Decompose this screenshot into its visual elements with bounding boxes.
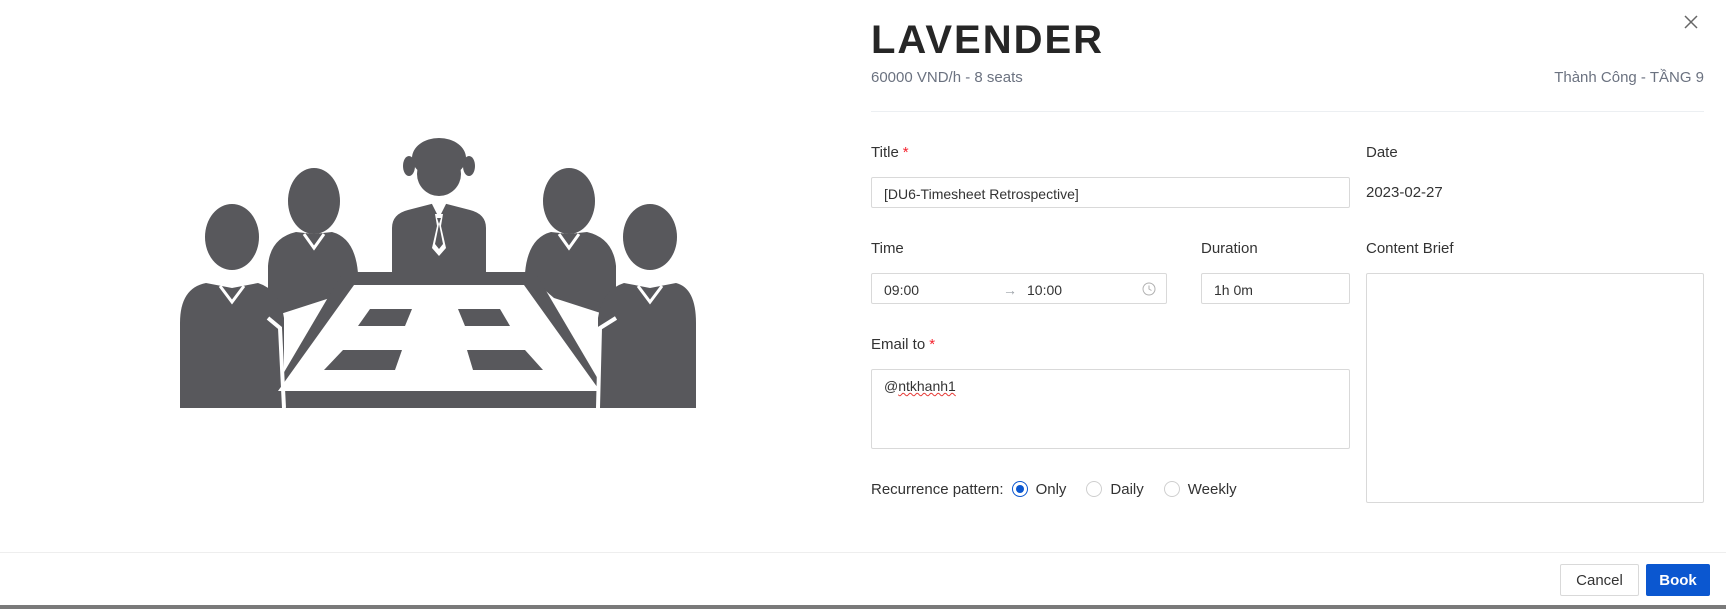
book-button[interactable]: Book — [1646, 564, 1710, 596]
radio-weekly[interactable]: Weekly — [1163, 481, 1237, 498]
cancel-button[interactable]: Cancel — [1560, 564, 1639, 596]
room-price-seats: 60000 VND/h - 8 seats — [871, 69, 1023, 86]
bottom-scroll-bar — [0, 605, 1726, 609]
email-to-value: @ntkhanh1 — [884, 378, 956, 394]
email-to-textarea[interactable]: @ntkhanh1 — [871, 369, 1350, 449]
title-label: Title * — [871, 144, 909, 161]
recurrence-group: Recurrence pattern: Only Daily Weekly — [871, 479, 1257, 499]
radio-only[interactable]: Only — [1011, 481, 1066, 498]
date-value: 2023-02-27 — [1366, 184, 1443, 201]
time-start[interactable]: 09:00 — [884, 282, 919, 298]
duration-label: Duration — [1201, 240, 1258, 257]
title-input[interactable]: [DU6-Timesheet Retrospective] — [871, 177, 1350, 208]
arrow-right-icon: → — [1003, 282, 1017, 298]
room-name: LAVENDER — [871, 18, 1105, 62]
recurrence-label: Recurrence pattern: — [871, 480, 1004, 498]
required-mark: * — [929, 336, 936, 353]
content-brief-label: Content Brief — [1366, 240, 1454, 257]
title-input-value: [DU6-Timesheet Retrospective] — [884, 186, 1079, 202]
required-mark: * — [902, 144, 909, 161]
time-end[interactable]: 10:00 — [1027, 282, 1062, 298]
radio-empty-icon — [1163, 481, 1180, 497]
content-brief-textarea[interactable] — [1366, 273, 1704, 503]
meeting-illustration — [180, 138, 696, 408]
footer-divider — [0, 552, 1726, 553]
duration-value: 1h 0m — [1214, 282, 1253, 298]
time-range-picker[interactable]: 09:00 → 10:00 — [871, 273, 1167, 304]
radio-selected-icon — [1011, 481, 1028, 497]
radio-empty-icon — [1086, 481, 1103, 497]
time-label: Time — [871, 240, 904, 257]
room-location: Thành Công - TẦNG 9 — [1554, 69, 1704, 86]
close-button[interactable] — [1681, 12, 1701, 32]
close-icon — [1684, 15, 1698, 29]
duration-input[interactable]: 1h 0m — [1201, 273, 1350, 304]
date-label: Date — [1366, 144, 1398, 161]
radio-daily[interactable]: Daily — [1086, 481, 1144, 498]
email-label: Email to * — [871, 336, 936, 353]
header-divider — [871, 111, 1704, 112]
clock-icon — [1142, 282, 1156, 296]
